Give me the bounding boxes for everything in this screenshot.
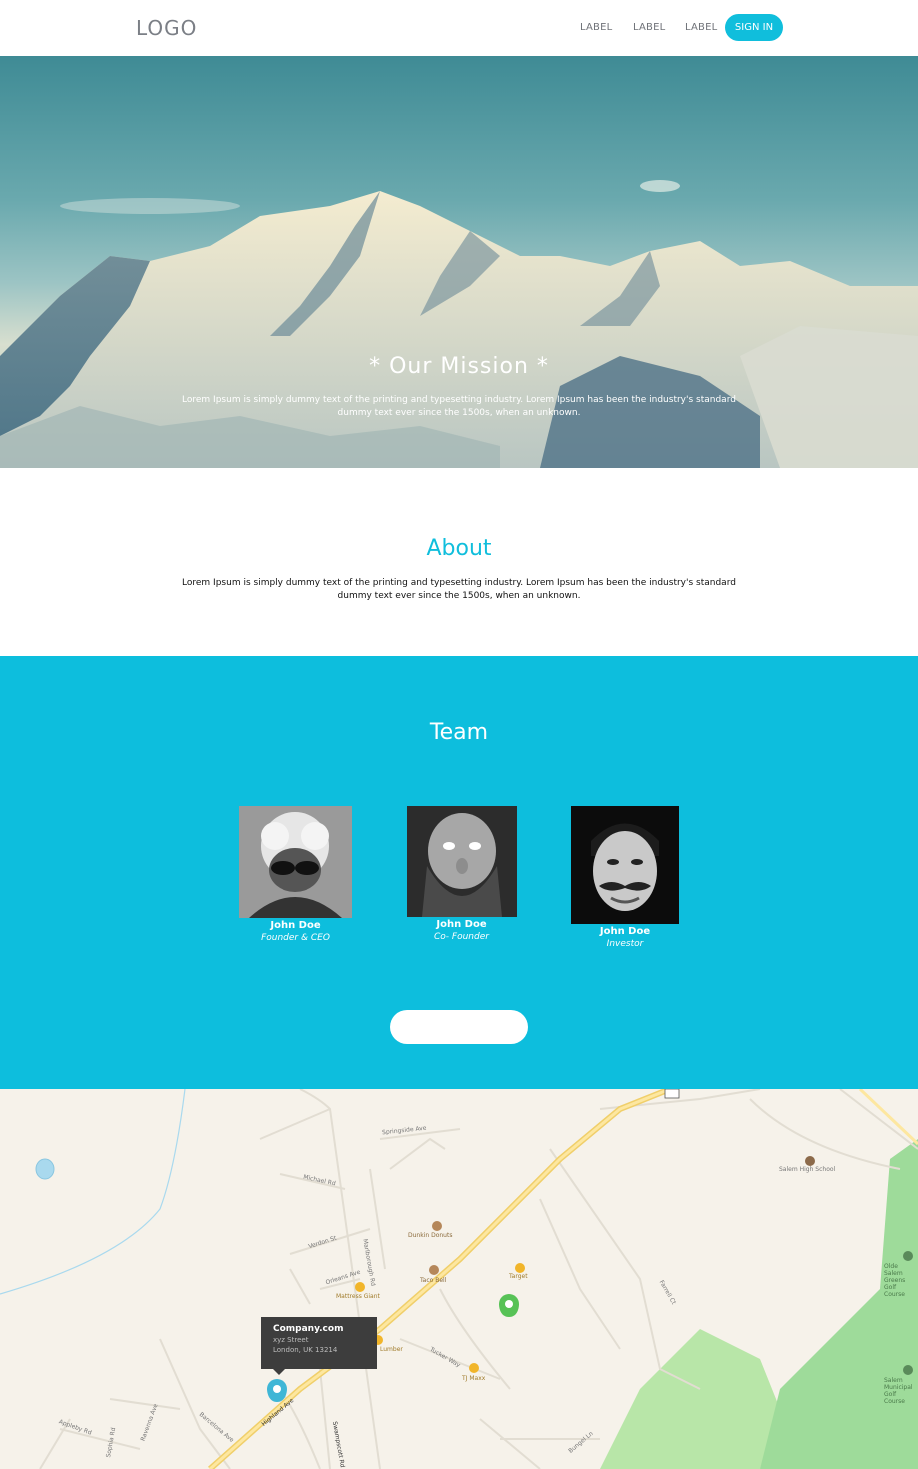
member-name: John Doe	[270, 920, 321, 931]
member-role: Co- Founder	[434, 932, 489, 942]
golf-icon	[903, 1251, 913, 1261]
sign-in-button[interactable]: SIGN IN	[725, 14, 783, 41]
school-icon	[805, 1156, 815, 1166]
top-navbar: LOGO LABEL LABEL LABEL SIGN IN	[0, 0, 918, 56]
team-member: John Doe Co- Founder	[406, 806, 517, 942]
hero-banner: * Our Mission * Lorem Ipsum is simply du…	[0, 56, 918, 468]
about-text: Lorem Ipsum is simply dummy text of the …	[182, 578, 736, 601]
place-label: Salem Municipal Golf Course	[884, 1377, 913, 1405]
tooltip-street: xyz Street	[273, 1336, 309, 1344]
about-title: About	[426, 536, 492, 561]
team-section: Team John Doe Founder & CEO John Doe Co-…	[0, 656, 918, 1089]
team-cta-button[interactable]	[390, 1010, 528, 1044]
team-member: John Doe Investor	[570, 806, 680, 949]
place-label: Salem High School	[779, 1166, 836, 1173]
map-info-tooltip: Company.com xyz Street London, UK 13214	[261, 1317, 377, 1375]
member-name: John Doe	[599, 926, 651, 937]
team-title: Team	[429, 720, 489, 745]
shop-icon	[355, 1282, 365, 1292]
tooltip-company: Company.com	[273, 1324, 344, 1334]
avatar	[406, 806, 517, 917]
hero-text: Lorem Ipsum is simply dummy text of the …	[182, 395, 736, 418]
location-map[interactable]: Company.com xyz Street London, UK 13214 …	[0, 1089, 918, 1469]
place-label: TJ Maxx	[462, 1375, 486, 1382]
place-label: Mattress Giant	[336, 1293, 380, 1300]
restaurant-icon	[432, 1221, 442, 1231]
place-label: Dunkin Donuts	[408, 1232, 453, 1239]
nav-link-3[interactable]: LABEL	[685, 22, 717, 33]
nav-link-2[interactable]: LABEL	[633, 22, 665, 33]
member-role: Investor	[606, 939, 644, 949]
shop-icon	[515, 1263, 525, 1273]
place-label: Olde Salem Greens Golf Course	[884, 1263, 906, 1298]
place-label: Taco Bell	[420, 1277, 447, 1284]
logo[interactable]: LOGO	[136, 16, 197, 40]
shop-icon	[469, 1363, 479, 1373]
team-member: John Doe Founder & CEO	[238, 806, 353, 943]
hero-title: * Our Mission *	[369, 354, 549, 379]
place-label: Lumber	[380, 1346, 403, 1353]
tooltip-city: London, UK 13214	[273, 1346, 338, 1354]
nav-link-1[interactable]: LABEL	[580, 22, 612, 33]
map-canvas[interactable]	[0, 1089, 918, 1469]
member-role: Founder & CEO	[261, 933, 330, 943]
restaurant-icon	[429, 1265, 439, 1275]
place-label: Target	[509, 1273, 528, 1280]
avatar	[239, 806, 352, 918]
golf-icon	[903, 1365, 913, 1375]
avatar	[571, 806, 679, 924]
member-name: John Doe	[436, 919, 487, 930]
